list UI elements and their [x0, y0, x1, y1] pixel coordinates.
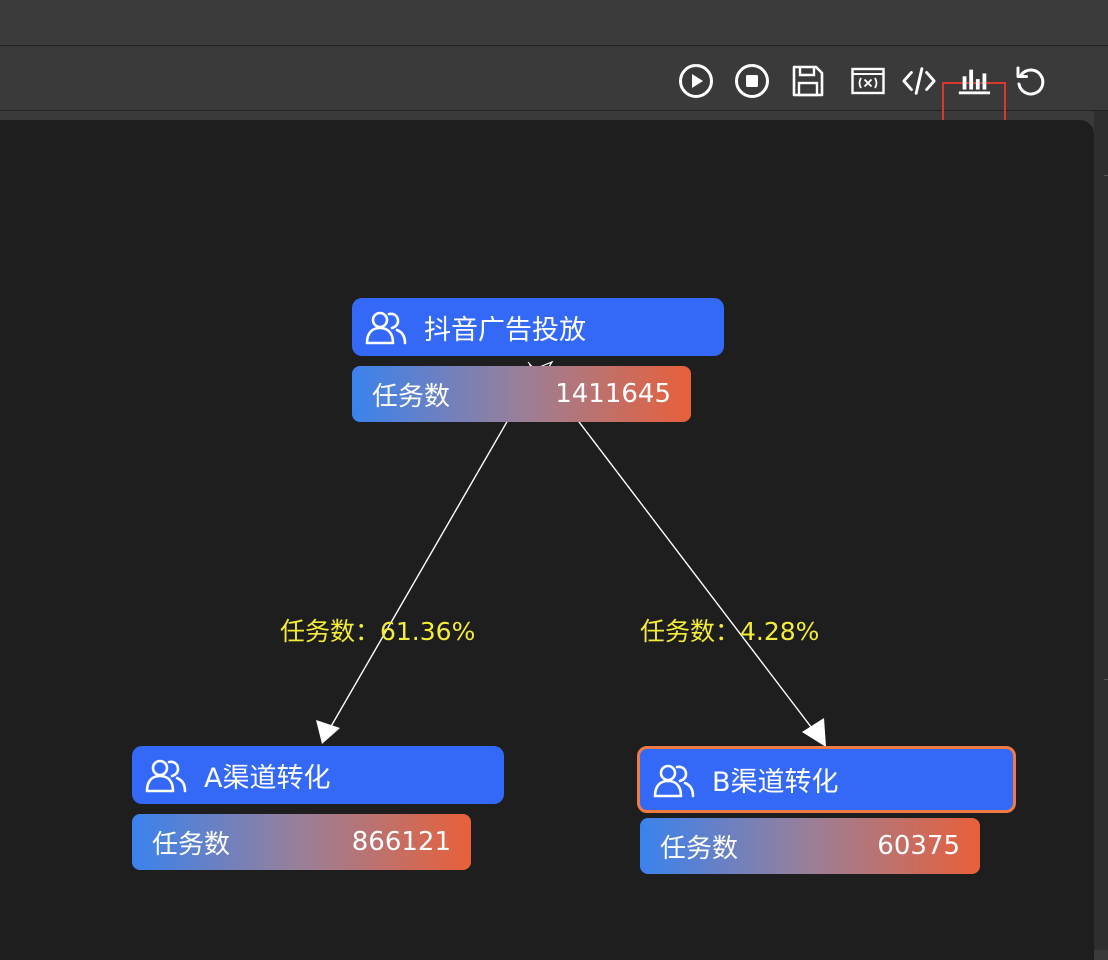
metric-value: 866121 — [351, 827, 451, 857]
metric-label: 任务数 — [372, 381, 451, 412]
user-group-icon — [653, 764, 695, 797]
node-title: A渠道转化 — [204, 762, 331, 794]
metric-label: 任务数 — [660, 833, 739, 864]
node-b-metric: 任务数 60375 — [640, 818, 980, 874]
edge-to-b[interactable] — [537, 367, 825, 745]
edge-label-a: 任务数：61.36% — [280, 617, 476, 646]
node-title: 抖音广告投放 — [424, 314, 586, 346]
node-title: B渠道转化 — [712, 767, 839, 798]
edge-arrow-b — [802, 718, 826, 747]
node-root-metric: 任务数 1411645 — [352, 366, 691, 422]
node-root[interactable]: 抖音广告投放 — [352, 298, 724, 356]
metric-label: 任务数 — [152, 829, 231, 860]
user-group-icon — [365, 311, 407, 345]
metric-value: 1411645 — [555, 379, 671, 409]
edge-to-a[interactable] — [321, 367, 539, 743]
node-b[interactable]: B渠道转化 — [637, 746, 1016, 813]
user-group-icon — [145, 759, 187, 793]
metric-value: 60375 — [877, 831, 960, 861]
node-a[interactable]: A渠道转化 — [132, 746, 504, 804]
edge-arrow-a — [316, 720, 340, 744]
node-a-metric: 任务数 866121 — [132, 814, 471, 870]
edge-label-b: 任务数：4.28% — [640, 617, 820, 646]
